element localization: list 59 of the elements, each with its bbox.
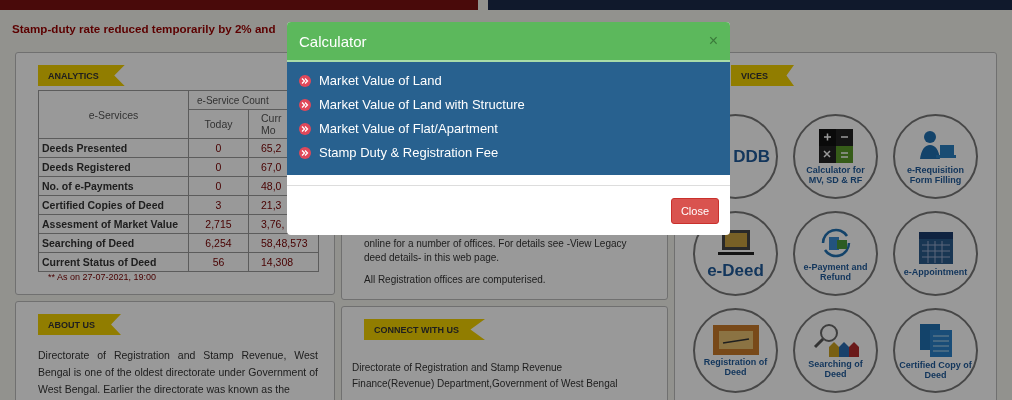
table-cell: 56 <box>188 252 249 272</box>
section-ribbon: ANALYTICS <box>38 65 125 86</box>
table-cell: 14,308 <box>248 252 319 272</box>
service-label: DDB <box>733 147 770 166</box>
contact-text: Directorate of Registration and Stamp Revenue <box>352 361 564 375</box>
table-cell: 2,715 <box>188 214 249 234</box>
service-label: e-Requisition Form Filling <box>906 164 965 185</box>
calculator-icon <box>818 128 853 163</box>
about-text: Directorate of Registration and Stamp Revenue, West Bengal is one of the oldest directorate under Government of West Bengal. Earlier the directorate was known as the <box>38 348 318 397</box>
table-cell: Current Status of Deed <box>38 252 189 272</box>
table-cell: 6,254 <box>188 233 249 253</box>
service-tile[interactable]: e-Requisition Form Filling <box>893 114 978 199</box>
service-tile[interactable]: Searching of Deed <box>793 308 878 393</box>
notice-text: Stamp-duty rate reduced temporarily by 2% and <box>11 21 277 37</box>
service-label: Calculator for MV, SD & RF <box>805 164 866 185</box>
table-cell: No. of e-Payments <box>38 176 189 196</box>
close-button[interactable]: Close <box>670 198 719 224</box>
section-ribbon: ABOUT US <box>38 314 121 335</box>
table-cell: 0 <box>188 176 249 196</box>
calculator-link[interactable]: Stamp Duty & Registration Fee <box>319 144 499 161</box>
table-cell: Deeds Presented <box>38 138 189 158</box>
service-label: e-Payment and Refund <box>802 261 869 282</box>
magnifier-houses-icon <box>812 322 859 357</box>
section-ribbon: CONNECT WITH US <box>364 319 485 340</box>
service-tile[interactable]: Certified Copy of Deed <box>893 308 978 393</box>
dialog-title: Calculator <box>299 32 367 50</box>
table-cell: 0 <box>188 157 249 177</box>
table-cell: Certified Copies of Deed <box>38 195 189 215</box>
info-text: All Registration offices are computerised. <box>364 273 547 287</box>
table-header: e-Services <box>38 90 189 139</box>
service-tile[interactable]: Calculator for MV, SD & RF <box>793 114 878 199</box>
calculator-link[interactable]: Market Value of Land with Structure <box>319 96 525 113</box>
document-icon <box>712 324 759 355</box>
chevrons-icon <box>299 98 311 111</box>
chevrons-icon <box>299 74 311 87</box>
calendar-icon <box>917 230 954 265</box>
timestamp-note: ** As on 27-07-2021, 19:00 <box>47 272 158 282</box>
table-cell: 3 <box>188 195 249 215</box>
service-label: e-Deed <box>707 261 764 280</box>
service-tile[interactable]: e-Appointment <box>893 211 978 296</box>
calculator-link[interactable]: Market Value of Flat/Apartment <box>319 120 498 137</box>
service-label: e-Appointment <box>903 266 968 277</box>
service-tile[interactable]: e-Payment and Refund <box>793 211 878 296</box>
section-ribbon: VICES <box>731 65 794 86</box>
service-label: Searching of Deed <box>807 358 864 379</box>
service-tile[interactable]: Registration of Deed <box>693 308 778 393</box>
table-cell: Assesment of Market Value <box>38 214 189 234</box>
chevrons-icon <box>299 122 311 135</box>
calculator-link[interactable]: Market Value of Land <box>319 72 442 89</box>
table-header: Today <box>188 109 249 139</box>
table-cell: Searching of Deed <box>38 233 189 253</box>
table-cell: Deeds Registered <box>38 157 189 177</box>
info-text: online for a number of offices. For details see -View Legacy deed details- in this web page. <box>364 237 628 265</box>
service-label: Certified Copy of Deed <box>899 359 972 380</box>
service-label: Registration of Deed <box>702 356 769 377</box>
chevrons-icon <box>299 146 311 159</box>
contact-text: Finance(Revenue) Department,Government of West Bengal <box>352 377 619 391</box>
table-cell: 0 <box>188 138 249 158</box>
documents-icon <box>917 321 954 358</box>
